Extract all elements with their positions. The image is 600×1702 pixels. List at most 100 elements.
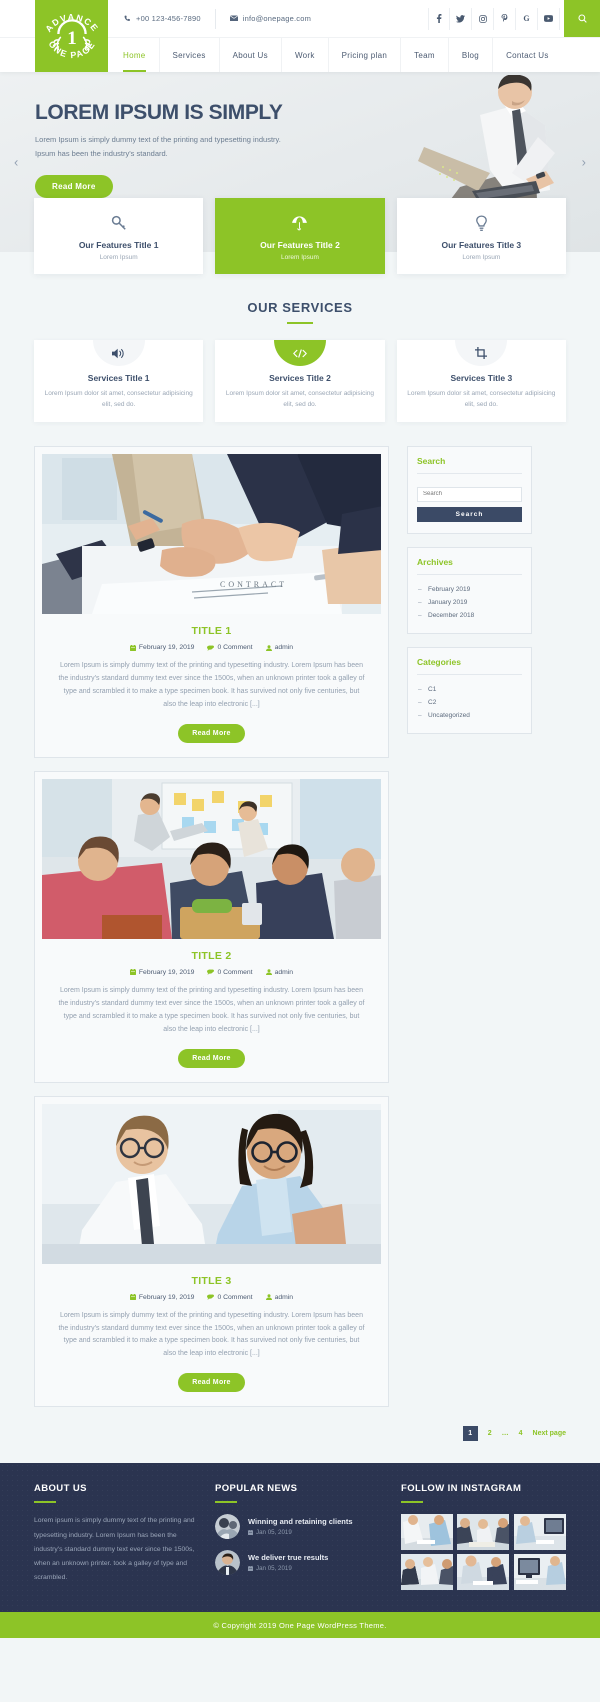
hero-read-more-button[interactable]: Read More	[35, 174, 113, 198]
page-1-button[interactable]: 1	[462, 1426, 478, 1442]
list-item[interactable]: December 2018	[417, 609, 522, 622]
service-card-2[interactable]: Services Title 2 Lorem Ipsum dolor sit a…	[215, 340, 385, 423]
site-footer: ABOUT US Lorem ipsum is simply dummy tex…	[0, 1463, 600, 1613]
business-handshake-contract-photo: CONTRACT	[42, 454, 381, 615]
nav-item-team[interactable]: Team	[401, 38, 449, 72]
post-thumbnail[interactable]	[42, 778, 381, 939]
calendar-icon	[129, 1294, 136, 1301]
nav-item-contact-us[interactable]: Contact Us	[493, 38, 562, 72]
heading-underline	[34, 1501, 56, 1504]
services-heading: OUR SERVICES	[247, 300, 353, 315]
search-submit-button[interactable]: Search	[417, 506, 522, 522]
nav-item-about-us[interactable]: About Us	[220, 38, 282, 72]
post-date: February 19, 2019	[129, 644, 194, 651]
feature-title: Our Features Title 1	[78, 240, 159, 250]
slider-next-icon[interactable]: ›	[582, 155, 586, 170]
services-section-header: OUR SERVICES	[0, 274, 600, 324]
search-input[interactable]	[417, 486, 522, 502]
nav-item-home[interactable]: Home	[110, 38, 160, 72]
site-logo[interactable]: ADVANCE ONE PAGE 1	[35, 0, 108, 72]
instagram-cell-3[interactable]	[513, 1514, 566, 1551]
list-item[interactable]: C1	[417, 683, 522, 696]
google-plus-icon[interactable]: G	[516, 7, 538, 30]
search-toggle-button[interactable]	[564, 0, 600, 37]
nav-item-blog[interactable]: Blog	[449, 38, 494, 72]
feature-subtitle: Lorem Ipsum	[462, 254, 501, 261]
page-4-button[interactable]: 4	[519, 1430, 523, 1437]
user-icon	[265, 969, 272, 976]
list-item[interactable]: Uncategorized	[417, 709, 522, 722]
service-card-1[interactable]: Services Title 1 Lorem Ipsum dolor sit a…	[34, 340, 204, 423]
youtube-icon[interactable]	[538, 7, 560, 30]
post-meta: February 19, 2019 0 Comment admin	[42, 644, 381, 651]
slider-prev-icon[interactable]: ‹	[14, 155, 18, 170]
post-title[interactable]: TITLE 2	[42, 950, 381, 962]
email-link[interactable]: info@onepage.com	[216, 9, 325, 29]
hero-title: LOREM IPSUM IS SIMPLY	[35, 101, 283, 124]
news-thumbnail	[215, 1514, 240, 1540]
hero-subtitle-line2: Ipsum has been the industry's standard.	[35, 148, 168, 158]
list-item[interactable]: February 2019	[417, 583, 522, 596]
feature-card-2[interactable]: Our Features Title 2 Lorem Ipsum	[215, 198, 385, 274]
post-title[interactable]: TITLE 3	[42, 1275, 381, 1287]
list-item[interactable]: January 2019	[417, 596, 522, 609]
user-icon	[265, 1294, 272, 1301]
pinterest-icon[interactable]	[494, 7, 516, 30]
footer-news-item-2[interactable]: We deliver true results Jan 05, 2019	[215, 1550, 385, 1576]
instagram-cell-1[interactable]	[401, 1514, 453, 1551]
news-text-1: Winning and retaining clients Jan 05, 20…	[248, 1517, 353, 1536]
feature-card-1[interactable]: Our Features Title 1 Lorem Ipsum	[34, 198, 204, 274]
feature-subtitle: Lorem Ipsum	[281, 254, 319, 261]
widget-title: Search	[417, 456, 446, 467]
content-area: CONTRACT TITLE 1 February 19, 2019 0 Com…	[0, 422, 600, 1420]
post-comments-text: 0 Comment	[217, 644, 253, 652]
page-2-button[interactable]: 2	[488, 1430, 492, 1437]
post-thumbnail[interactable]	[42, 1103, 381, 1264]
instagram-cell-4[interactable]	[401, 1554, 453, 1591]
post-read-more-button[interactable]: Read More	[178, 1373, 245, 1393]
instagram-cell-2[interactable]	[457, 1514, 510, 1551]
service-description: Lorem Ipsum dolor sit amet, consectetur …	[407, 390, 556, 409]
service-title: Services Title 3	[450, 373, 513, 383]
archives-list: February 2019 January 2019 December 2018	[417, 583, 522, 622]
post-thumbnail[interactable]: CONTRACT	[42, 454, 381, 615]
post-read-more-button[interactable]: Read More	[178, 723, 245, 743]
news-avatar-photo-2	[215, 1550, 240, 1576]
nav-item-pricing-plan[interactable]: Pricing plan	[329, 38, 402, 72]
footer-about-column: ABOUT US Lorem ipsum is simply dummy tex…	[34, 1483, 199, 1590]
post-date: February 19, 2019	[129, 968, 195, 976]
next-page-button[interactable]: Next page	[533, 1430, 566, 1437]
feature-card-3[interactable]: Our Features Title 3 Lorem Ipsum	[396, 198, 566, 274]
page-root: +00 123-456-7890 info@onepage.com G Home…	[0, 0, 600, 1639]
copyright-bar: © Copyright 2019 One Page WordPress Them…	[0, 1612, 600, 1639]
facebook-icon[interactable]	[428, 7, 450, 30]
list-item[interactable]: C2	[417, 696, 522, 709]
post-date-text: February 19, 2019	[138, 968, 195, 976]
service-card-3[interactable]: Services Title 3 Lorem Ipsum dolor sit a…	[396, 340, 566, 423]
speaker-icon	[92, 340, 145, 366]
office-desk-photo	[401, 1514, 453, 1551]
post-author: admin	[265, 644, 294, 652]
instagram-cell-5[interactable]	[457, 1554, 510, 1591]
widget-divider	[417, 473, 522, 475]
instagram-icon[interactable]	[472, 7, 494, 30]
nav-item-work[interactable]: Work	[282, 38, 329, 72]
nav-item-services[interactable]: Services	[160, 38, 220, 72]
phone-link[interactable]: +00 123-456-7890	[110, 8, 216, 29]
hero-content: LOREM IPSUM IS SIMPLY Lorem Ipsum is sim…	[0, 72, 330, 198]
calendar-icon	[129, 644, 136, 651]
post-author-text: admin	[274, 644, 294, 652]
topbar-contact-group: +00 123-456-7890 info@onepage.com	[110, 8, 325, 29]
pagination: 1 2 … 4 Next page	[0, 1420, 600, 1463]
instagram-cell-6[interactable]	[513, 1554, 566, 1591]
twitter-icon[interactable]	[450, 7, 472, 30]
post-title[interactable]: TITLE 1	[42, 625, 381, 637]
post-read-more-button[interactable]: Read More	[178, 1048, 245, 1068]
news-date: Jan 05, 2019	[248, 1529, 353, 1536]
hero-subtitle-line1: Lorem Ipsum is simply dummy text of the …	[35, 135, 281, 145]
archives-widget: Archives February 2019 January 2019 Dece…	[407, 546, 532, 634]
workspace-photo	[513, 1514, 566, 1551]
nav-label: Blog	[461, 50, 480, 60]
footer-news-item-1[interactable]: Winning and retaining clients Jan 05, 20…	[215, 1514, 385, 1540]
code-icon	[273, 340, 326, 366]
